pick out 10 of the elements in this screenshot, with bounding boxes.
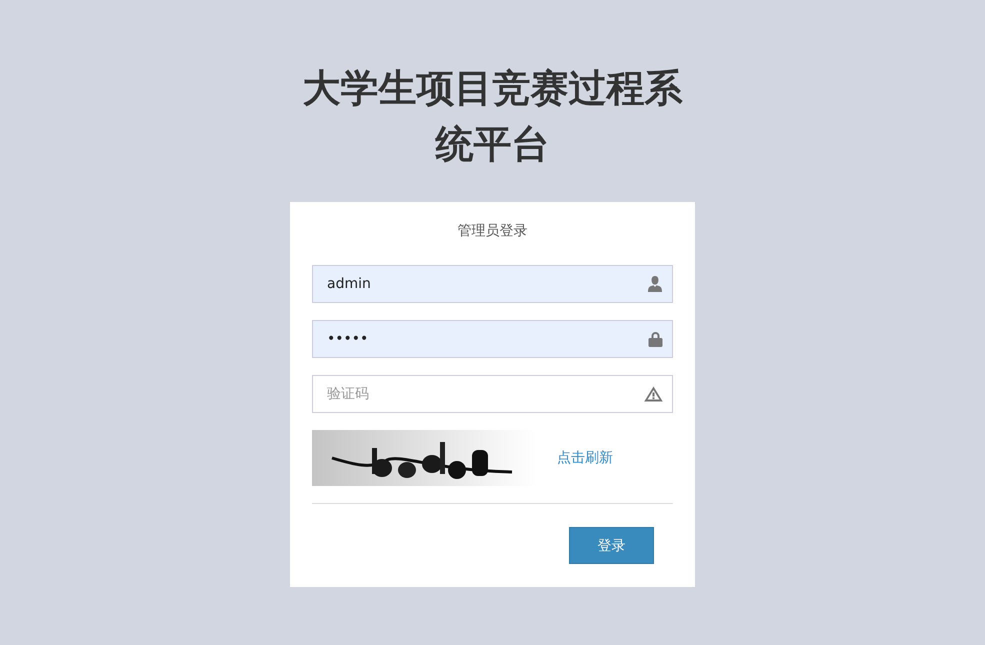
refresh-link[interactable]: 点击刷新 — [557, 449, 613, 467]
user-icon — [647, 276, 663, 292]
warning-icon — [644, 386, 663, 402]
page-title: 大学生项目竞赛过程系统平台 — [302, 65, 684, 168]
input-field[interactable]: admin — [312, 265, 673, 303]
lock-icon — [648, 331, 663, 347]
login-heading: 管理员登录 — [456, 222, 528, 240]
login-button[interactable]: 登录 — [569, 527, 654, 564]
input-field[interactable]: 验证码 — [312, 375, 673, 413]
input-field[interactable]: ••••• — [312, 320, 673, 358]
